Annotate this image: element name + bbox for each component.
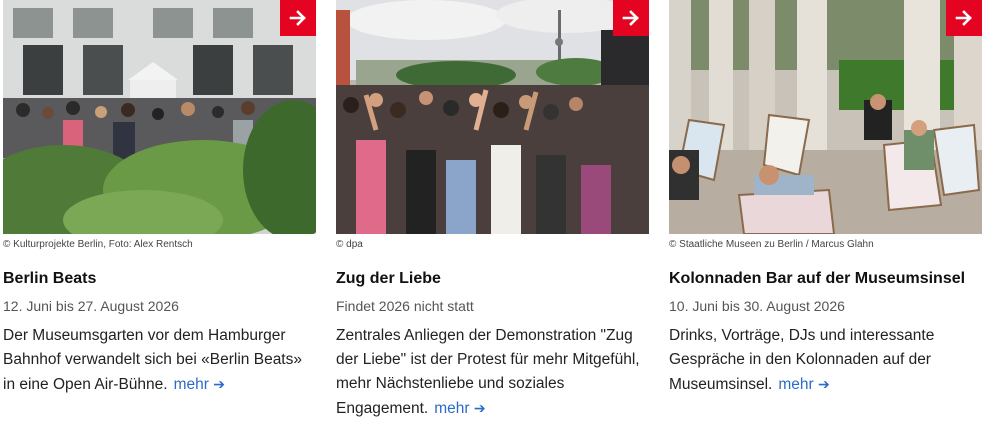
- arrow-right-icon: [955, 10, 972, 26]
- more-link[interactable]: mehr ➔: [174, 376, 225, 393]
- image-credit: © Kulturprojekte Berlin, Foto: Alex Rent…: [3, 239, 193, 250]
- event-date: 10. Juni bis 30. August 2026: [669, 298, 845, 314]
- image-credit: © dpa: [336, 239, 363, 250]
- arrow-right-icon: [622, 10, 639, 26]
- teaser-arrow-button[interactable]: [613, 0, 649, 36]
- event-image[interactable]: [336, 0, 649, 234]
- event-image[interactable]: [3, 0, 316, 234]
- teaser-arrow-button[interactable]: [946, 0, 982, 36]
- more-label: mehr: [173, 376, 209, 393]
- event-date: Findet 2026 nicht statt: [336, 298, 474, 314]
- event-teaser-grid: © Kulturprojekte Berlin, Foto: Alex Rent…: [0, 0, 982, 432]
- event-card-zug-der-liebe: © dpa Zug der Liebe Findet 2026 nicht st…: [336, 0, 649, 421]
- event-title[interactable]: Berlin Beats: [3, 267, 316, 290]
- more-link[interactable]: mehr ➔: [778, 376, 829, 393]
- more-link[interactable]: mehr ➔: [434, 400, 485, 417]
- event-description: Der Museumsgarten vor dem Hamburger Bahn…: [3, 324, 316, 397]
- event-card-kolonnaden-bar: © Staatliche Museen zu Berlin / Marcus G…: [669, 0, 982, 397]
- description-text: Zentrales Anliegen der Demonstration "Zu…: [336, 327, 640, 417]
- event-card-berlin-beats: © Kulturprojekte Berlin, Foto: Alex Rent…: [3, 0, 316, 397]
- event-image[interactable]: [669, 0, 982, 234]
- event-description: Zentrales Anliegen der Demonstration "Zu…: [336, 324, 649, 421]
- more-label: mehr: [778, 376, 814, 393]
- deck-chairs-in-colonnade-photo: [669, 0, 982, 234]
- image-credit: © Staatliche Museen zu Berlin / Marcus G…: [669, 239, 874, 250]
- arrow-right-icon: [289, 10, 306, 26]
- arrow-right-icon: ➔: [818, 376, 830, 392]
- street-parade-crowd-photo: [336, 0, 649, 234]
- teaser-arrow-button[interactable]: [280, 0, 316, 36]
- event-title[interactable]: Zug der Liebe: [336, 267, 649, 290]
- arrow-right-icon: ➔: [473, 400, 486, 416]
- event-title[interactable]: Kolonnaden Bar auf der Museumsinsel: [669, 267, 982, 290]
- event-description: Drinks, Vorträge, DJs und interessante G…: [669, 324, 982, 397]
- arrow-right-icon: ➔: [213, 376, 225, 392]
- crowd-in-museum-garden-photo: [3, 0, 316, 234]
- event-date: 12. Juni bis 27. August 2026: [3, 298, 179, 314]
- more-label: mehr: [434, 400, 470, 417]
- description-text: Der Museumsgarten vor dem Hamburger Bahn…: [3, 327, 302, 393]
